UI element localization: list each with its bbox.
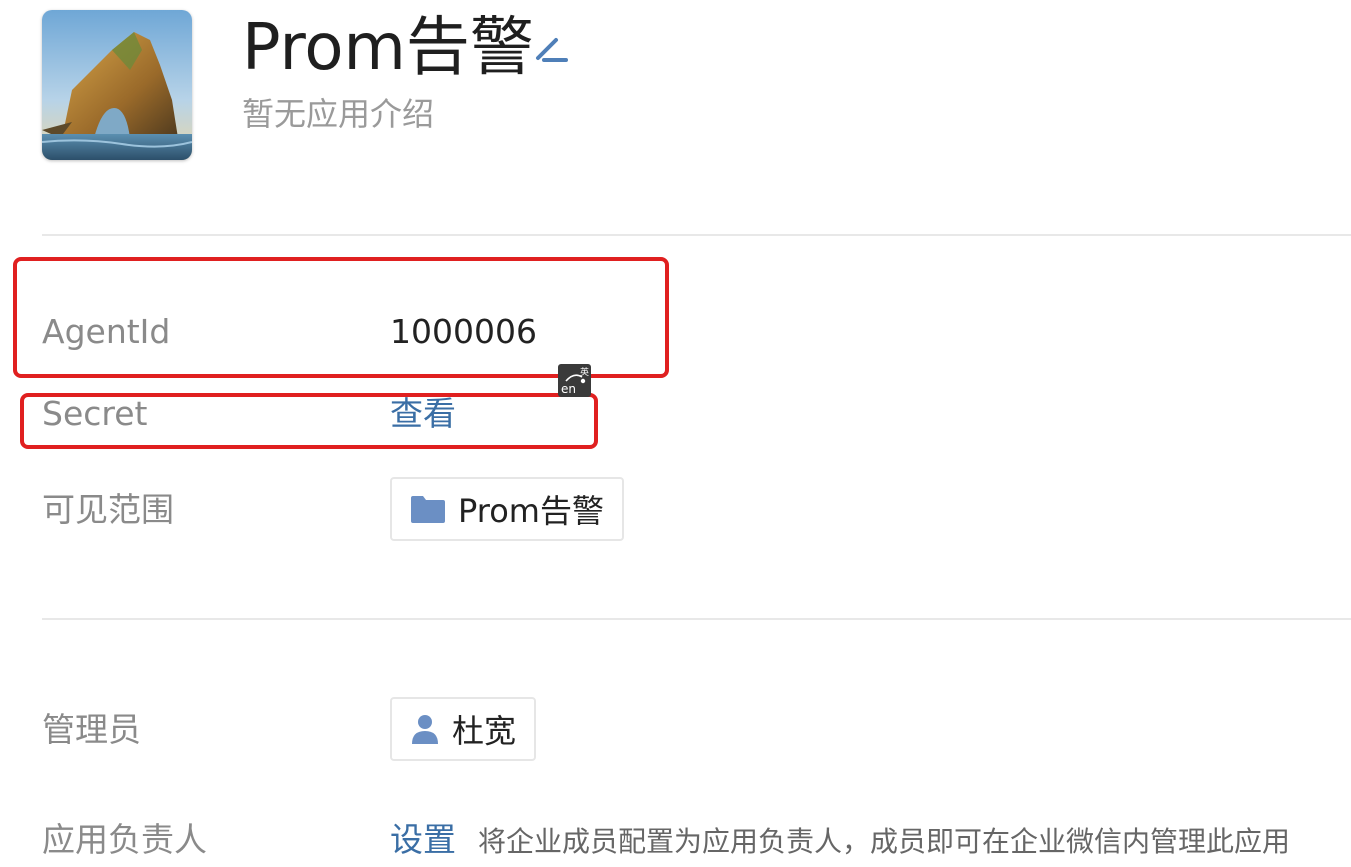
edit-pencil-icon[interactable] bbox=[530, 28, 570, 68]
app-description: 暂无应用介绍 bbox=[242, 95, 435, 133]
visibility-chip[interactable]: Prom告警 bbox=[390, 477, 624, 541]
section-divider bbox=[42, 234, 1351, 236]
agentid-label: AgentId bbox=[42, 312, 171, 351]
secret-label: Secret bbox=[42, 394, 148, 433]
user-icon bbox=[412, 715, 438, 744]
owner-set-link[interactable]: 设置 bbox=[390, 820, 456, 859]
admin-chip-label: 杜宽 bbox=[452, 712, 517, 750]
ime-indicator[interactable]: 英 en bbox=[558, 364, 591, 397]
app-detail-page: Prom告警 暂无应用介绍 AgentId 1000006 英 en Secre… bbox=[0, 0, 1351, 867]
agentid-value: 1000006 bbox=[390, 312, 537, 351]
app-landscape-icon bbox=[42, 10, 192, 160]
owner-hint: 将企业成员配置为应用负责人，成员即可在企业微信内管理此应用 bbox=[478, 825, 1291, 858]
section-divider bbox=[42, 618, 1351, 620]
admin-label: 管理员 bbox=[42, 710, 141, 749]
owner-row: 设置 将企业成员配置为应用负责人，成员即可在企业微信内管理此应用 bbox=[390, 818, 1290, 864]
ime-en-label: en bbox=[561, 382, 576, 396]
secret-view-link[interactable]: 查看 bbox=[390, 392, 456, 436]
visibility-label: 可见范围 bbox=[42, 490, 174, 529]
folder-icon bbox=[411, 496, 445, 523]
admin-chip[interactable]: 杜宽 bbox=[390, 697, 537, 761]
app-title: Prom告警 bbox=[242, 11, 534, 85]
visibility-chip-label: Prom告警 bbox=[458, 492, 604, 530]
owner-label: 应用负责人 bbox=[42, 820, 207, 859]
